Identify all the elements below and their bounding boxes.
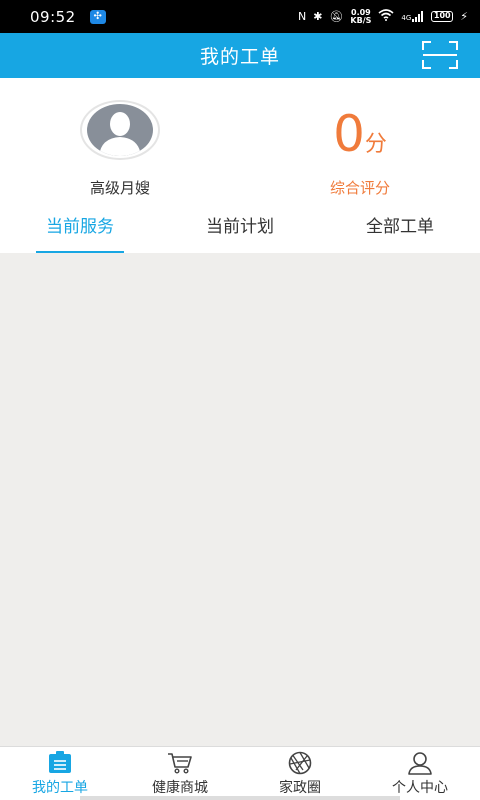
avatar-placeholder-icon — [87, 104, 153, 156]
aperture-icon — [288, 751, 312, 775]
status-icons: N ✱ 🔕︎ 0.09 KB/S 4G 100 ⚡︎ — [297, 8, 468, 25]
avatar[interactable] — [80, 100, 160, 160]
score-unit: 分 — [364, 132, 387, 157]
cellular-signal: 4G — [401, 11, 424, 22]
bluetooth-icon: ✱ — [313, 10, 323, 23]
nav-personal-center[interactable]: 个人中心 — [360, 747, 480, 800]
nav-label: 家政圈 — [279, 780, 321, 796]
wifi-icon — [378, 9, 394, 24]
nav-housekeeping-circle[interactable]: 家政圈 — [240, 747, 360, 800]
status-bar: 09:52 ✣ N ✱ 🔕︎ 0.09 KB/S 4G 100 ⚡︎ — [0, 0, 480, 33]
nav-health-mall[interactable]: 健康商城 — [120, 747, 240, 800]
work-order-icon — [49, 751, 71, 773]
tab-current-service[interactable]: 当前服务 — [0, 208, 160, 253]
tab-current-plan[interactable]: 当前计划 — [160, 208, 320, 253]
nav-label: 健康商城 — [152, 780, 208, 796]
tab-bar: 当前服务 当前计划 全部工单 — [0, 208, 480, 253]
title-bar: 我的工单 — [0, 33, 480, 78]
nav-label: 我的工单 — [32, 780, 88, 796]
network-speed-unit: KB/S — [350, 15, 372, 25]
signal-label: 4G — [401, 14, 412, 22]
scan-icon[interactable] — [422, 41, 458, 69]
score-value: 0 — [333, 105, 365, 163]
nav-my-orders[interactable]: 我的工单 — [0, 747, 120, 800]
score-display: 0分 — [280, 106, 440, 162]
network-speed: 0.09 KB/S — [350, 8, 372, 25]
score-label: 综合评分 — [329, 179, 390, 197]
app-notification-icon: ✣ — [89, 9, 106, 24]
battery-icon: 100 — [431, 11, 454, 22]
profile-section: 高级月嫂 0分 综合评分 当前服务 当前计划 全部工单 — [0, 78, 480, 253]
nav-label: 个人中心 — [392, 780, 448, 796]
bottom-nav: 我的工单 健康商城 家政圈 个人中心 — [0, 746, 480, 800]
cart-icon — [168, 753, 192, 774]
tab-all-orders[interactable]: 全部工单 — [320, 208, 480, 253]
charging-icon: ⚡︎ — [460, 10, 468, 23]
person-icon — [408, 752, 432, 775]
user-name: 高级月嫂 — [89, 179, 150, 197]
page-title: 我的工单 — [199, 46, 280, 68]
nfc-icon: N — [297, 10, 307, 23]
silent-icon: 🔕︎ — [329, 10, 344, 23]
status-time: 09:52 — [30, 7, 76, 26]
order-list-area[interactable] — [0, 253, 480, 746]
gesture-bar — [80, 796, 400, 800]
